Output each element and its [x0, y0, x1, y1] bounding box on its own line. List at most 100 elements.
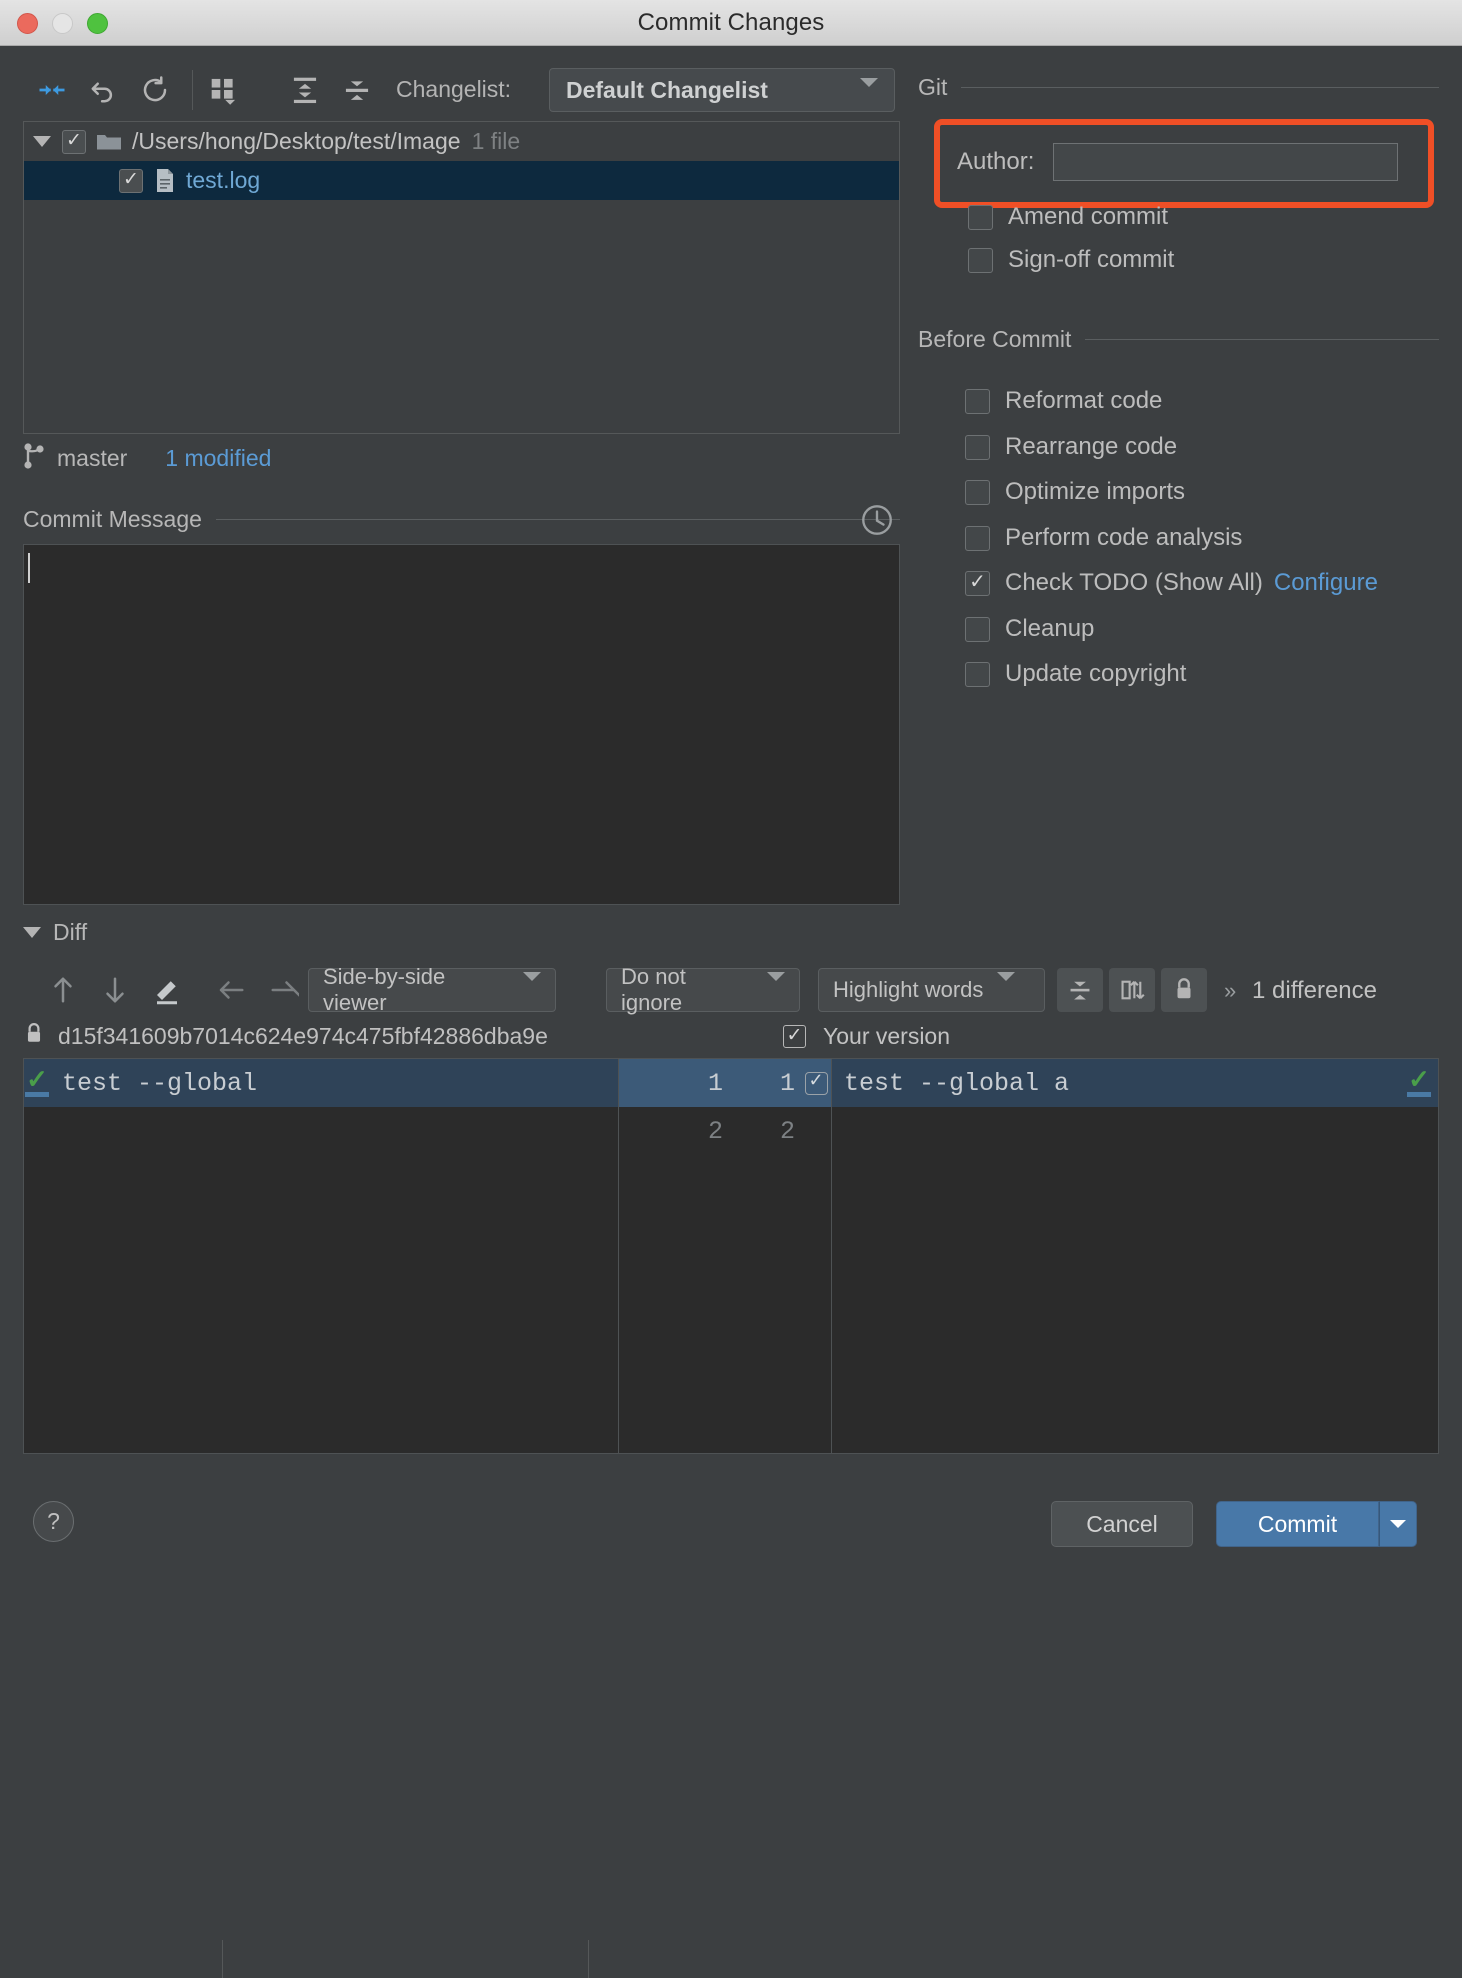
check-todo-option[interactable]: Check TODO (Show All) Configure: [965, 569, 1378, 597]
commit-button[interactable]: Commit: [1216, 1501, 1379, 1547]
sign-off-commit-option[interactable]: Sign-off commit: [968, 246, 1174, 274]
diff-pane-left[interactable]: test --global ✓: [24, 1059, 618, 1453]
chevron-expanded-icon[interactable]: [33, 136, 51, 147]
tree-row-root[interactable]: /Users/hong/Desktop/test/Image 1 file: [24, 122, 899, 161]
line-number-left: 2: [707, 1116, 723, 1146]
diff-section-header[interactable]: Diff: [23, 919, 1439, 946]
reformat-code-option[interactable]: Reformat code: [965, 387, 1162, 415]
accept-change-check-icon[interactable]: ✓: [24, 1059, 50, 1107]
show-diff-icon[interactable]: [32, 70, 72, 110]
chevron-expanded-icon[interactable]: [23, 927, 41, 938]
diff-line: test --global a: [832, 1059, 1438, 1107]
group-by-icon[interactable]: [204, 70, 244, 110]
amend-commit-label: Amend commit: [1008, 203, 1169, 230]
chevron-down-icon: [767, 972, 785, 999]
check-todo-checkbox[interactable]: [965, 570, 990, 596]
git-section-header: Git: [918, 74, 1439, 101]
gutter-row: 2 2: [619, 1107, 831, 1155]
viewer-mode-dropdown[interactable]: Side-by-side viewer: [308, 964, 556, 1015]
file-name: test.log: [186, 167, 261, 193]
modified-count-link[interactable]: 1 modified: [165, 445, 271, 472]
divider: [961, 87, 1439, 88]
diff-viewer[interactable]: test --global ✓ 1 1 2 2: [23, 1058, 1439, 1454]
author-row: Author:: [957, 143, 1399, 181]
commit-options-dropdown[interactable]: [1379, 1501, 1417, 1547]
your-version-row[interactable]: Your version: [783, 1023, 950, 1050]
amend-commit-option[interactable]: Amend commit: [968, 203, 1168, 231]
viewer-mode-value: Side-by-side viewer: [323, 964, 446, 1015]
text-caret: [28, 553, 30, 583]
window-controls: [17, 13, 108, 34]
reformat-code-checkbox[interactable]: [965, 388, 990, 414]
amend-commit-checkbox[interactable]: [968, 204, 993, 230]
gutter-row: 1 1: [619, 1059, 831, 1107]
help-button[interactable]: ?: [33, 1501, 74, 1542]
author-label: Author:: [957, 148, 1035, 175]
commit-history-icon[interactable]: [860, 503, 894, 542]
accept-right-icon[interactable]: [262, 968, 306, 1012]
check-todo-label: Check TODO (Show All): [1005, 569, 1263, 596]
collapse-all-icon[interactable]: [337, 70, 377, 110]
author-input[interactable]: [1053, 143, 1399, 181]
changed-files-tree[interactable]: /Users/hong/Desktop/test/Image 1 file te…: [23, 121, 900, 434]
diff-line: [24, 1107, 618, 1155]
commit-message-input[interactable]: [23, 544, 900, 905]
sign-off-commit-checkbox[interactable]: [968, 247, 993, 273]
revision-hash: d15f341609b7014c624e974c475fbf42886dba9e: [58, 1022, 548, 1049]
collapse-unchanged-icon[interactable]: [1057, 968, 1103, 1012]
accept-left-icon[interactable]: [209, 968, 253, 1012]
minimize-button[interactable]: [52, 13, 73, 34]
chevron-down-icon: [860, 78, 878, 105]
before-commit-label: Before Commit: [918, 326, 1072, 352]
revert-icon[interactable]: [84, 70, 124, 110]
diff-line: test --global: [24, 1059, 618, 1107]
file-checkbox[interactable]: [119, 168, 143, 193]
chevron-down-icon: [1390, 1520, 1406, 1528]
maximize-button[interactable]: [87, 13, 108, 34]
change-accept-checkbox[interactable]: [801, 1071, 831, 1095]
folder-icon: [96, 132, 122, 152]
cleanup-option[interactable]: Cleanup: [965, 615, 1094, 643]
optimize-imports-option[interactable]: Optimize imports: [965, 478, 1185, 506]
sync-scroll-icon[interactable]: [1109, 968, 1155, 1012]
perform-code-analysis-option[interactable]: Perform code analysis: [965, 524, 1242, 552]
rearrange-code-label: Rearrange code: [1005, 433, 1178, 460]
edit-source-icon[interactable]: [145, 968, 189, 1012]
cleanup-checkbox[interactable]: [965, 616, 990, 642]
file-icon: [155, 168, 175, 193]
optimize-imports-checkbox[interactable]: [965, 479, 990, 505]
your-version-checkbox[interactable]: [783, 1024, 806, 1048]
perform-code-analysis-checkbox[interactable]: [965, 525, 990, 551]
update-copyright-option[interactable]: Update copyright: [965, 660, 1186, 688]
expand-all-icon[interactable]: [285, 70, 325, 110]
line-number-left: 1: [707, 1068, 723, 1098]
configure-link[interactable]: Configure: [1274, 569, 1378, 597]
tree-row-file[interactable]: test.log: [24, 161, 899, 200]
read-only-lock-icon[interactable]: [1161, 968, 1207, 1012]
diff-toolbar: Side-by-side viewer Do not ignore Highli…: [23, 964, 1439, 1978]
window-title: Commit Changes: [637, 8, 825, 36]
rearrange-code-checkbox[interactable]: [965, 434, 990, 460]
chevron-down-icon: [523, 972, 541, 999]
update-copyright-checkbox[interactable]: [965, 661, 990, 687]
cancel-button[interactable]: Cancel: [1051, 1501, 1193, 1547]
close-button[interactable]: [17, 13, 38, 34]
next-difference-icon[interactable]: [93, 968, 137, 1012]
expand-chevrons-icon[interactable]: »: [1224, 978, 1236, 1004]
highlight-mode-dropdown[interactable]: Highlight words: [818, 968, 1045, 1012]
revert-change-check-icon[interactable]: ✓: [1406, 1059, 1432, 1107]
optimize-imports-label: Optimize imports: [1005, 478, 1186, 505]
ignore-mode-dropdown[interactable]: Do not ignore: [606, 964, 800, 1015]
diff-gutter: 1 1 2 2: [618, 1059, 832, 1453]
ignore-mode-value: Do not ignore: [621, 964, 686, 1015]
root-checkbox[interactable]: [62, 129, 86, 154]
previous-difference-icon[interactable]: [41, 968, 85, 1012]
changelist-dropdown[interactable]: Default Changelist: [549, 68, 895, 112]
refresh-icon[interactable]: [135, 70, 175, 110]
reformat-code-label: Reformat code: [1005, 387, 1163, 414]
diff-section-label: Diff: [53, 919, 88, 945]
highlight-mode-value: Highlight words: [833, 977, 984, 1002]
line-number-right: 2: [779, 1116, 795, 1146]
diff-pane-right[interactable]: test --global a ✓: [832, 1059, 1438, 1453]
rearrange-code-option[interactable]: Rearrange code: [965, 433, 1177, 461]
